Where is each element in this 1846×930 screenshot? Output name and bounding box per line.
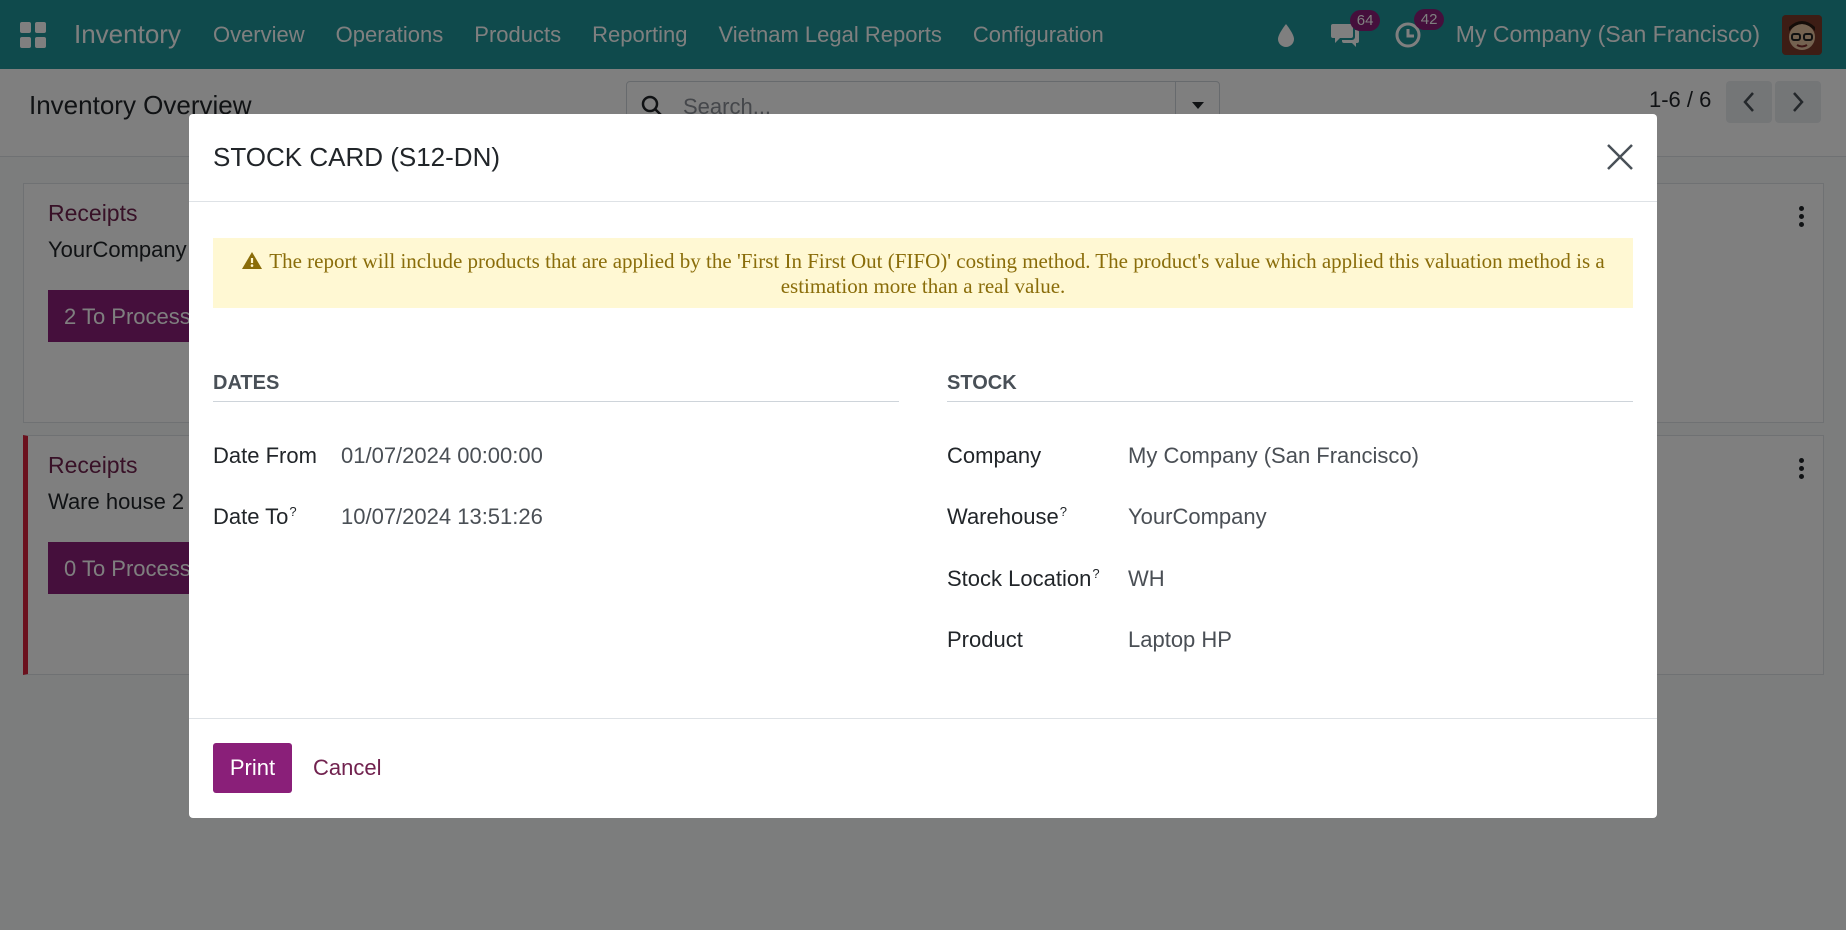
dialog-header: STOCK CARD (S12-DN) bbox=[189, 114, 1657, 202]
stock-card-dialog: STOCK CARD (S12-DN) The report will incl… bbox=[189, 114, 1657, 818]
dialog-title: STOCK CARD (S12-DN) bbox=[213, 142, 501, 172]
stock-location-label: Stock Location? bbox=[947, 566, 1100, 592]
stock-location-field[interactable]: WH bbox=[1128, 566, 1165, 592]
product-field[interactable]: Laptop HP bbox=[1128, 627, 1232, 653]
stock-divider bbox=[947, 401, 1633, 402]
dates-section-title: DATES bbox=[213, 372, 280, 394]
fifo-warning-alert: The report will include products that ar… bbox=[213, 238, 1633, 308]
date-from-field[interactable]: 01/07/2024 00:00:00 bbox=[341, 443, 543, 469]
date-to-field[interactable]: 10/07/2024 13:51:26 bbox=[341, 504, 543, 530]
alert-text: The report will include products that ar… bbox=[269, 249, 1605, 298]
help-tooltip-icon[interactable]: ? bbox=[1092, 566, 1099, 581]
print-button[interactable]: Print bbox=[213, 743, 292, 793]
close-icon[interactable] bbox=[1605, 142, 1635, 172]
stock-section-title: STOCK bbox=[947, 372, 1017, 394]
help-tooltip-icon[interactable]: ? bbox=[1060, 504, 1067, 519]
dialog-footer: Print Cancel bbox=[189, 718, 1657, 818]
dates-divider bbox=[213, 401, 899, 402]
warehouse-field[interactable]: YourCompany bbox=[1128, 504, 1267, 530]
date-to-label: Date To? bbox=[213, 504, 297, 530]
product-label: Product bbox=[947, 627, 1023, 652]
date-from-label: Date From bbox=[213, 443, 317, 468]
date-to-label-text: Date To bbox=[213, 504, 289, 529]
warehouse-label: Warehouse? bbox=[947, 504, 1067, 530]
warning-icon bbox=[242, 252, 263, 269]
stock-location-label-text: Stock Location bbox=[947, 566, 1092, 591]
company-label: Company bbox=[947, 443, 1042, 468]
warehouse-label-text: Warehouse bbox=[947, 504, 1059, 529]
help-tooltip-icon[interactable]: ? bbox=[289, 504, 296, 519]
cancel-button[interactable]: Cancel bbox=[313, 755, 381, 781]
company-field[interactable]: My Company (San Francisco) bbox=[1128, 443, 1419, 469]
